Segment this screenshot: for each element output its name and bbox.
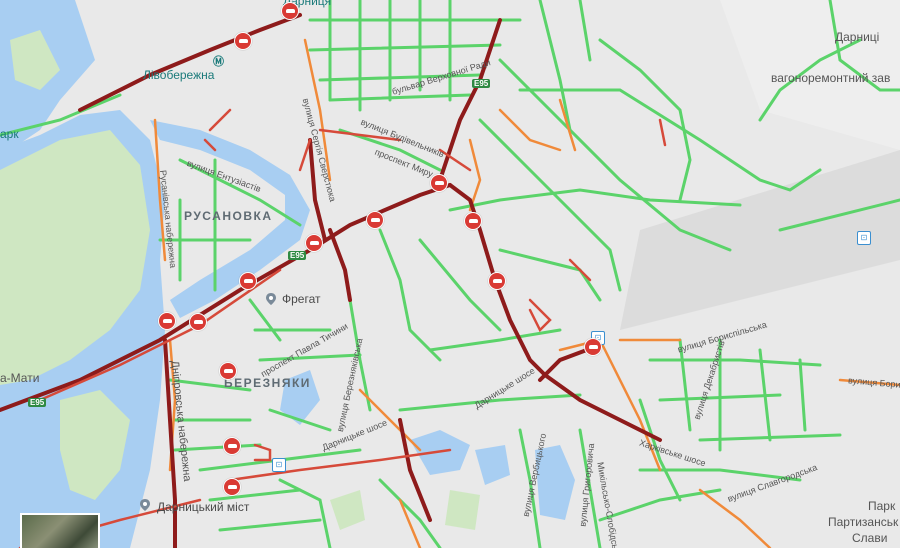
traffic-incident-icon[interactable]	[305, 234, 323, 252]
place-label-park-2: Партизанськ	[828, 515, 899, 529]
traffic-incident-icon[interactable]	[488, 272, 506, 290]
satellite-layer-toggle[interactable]	[20, 513, 100, 548]
poi-label-darnytskyi-bridge[interactable]: Дарницький міст	[157, 500, 249, 514]
place-label-darnytsia-plant-2: вагоноремонтний зав	[771, 71, 891, 85]
traffic-incident-icon[interactable]	[223, 478, 241, 496]
route-shield-e95: E95	[288, 251, 307, 260]
metro-label-livoberezhna[interactable]: Лівобережна	[143, 68, 214, 82]
district-label-bereznyaki: БЕРЕЗНЯКИ	[224, 376, 311, 390]
traffic-incident-icon[interactable]	[430, 174, 448, 192]
route-shield-e95: E95	[28, 398, 47, 407]
poi-label-fregat[interactable]: Фрегат	[282, 292, 321, 306]
traffic-incident-icon[interactable]	[223, 437, 241, 455]
traffic-incident-icon[interactable]	[366, 211, 384, 229]
location-pin-icon[interactable]	[138, 498, 152, 512]
train-station-icon[interactable]: ⊡	[857, 231, 871, 245]
district-label-rusanovka: РУСАНОВКА	[184, 209, 273, 223]
place-label-darnytsia-plant-1: Дарниці	[835, 30, 880, 44]
place-label-park-1: Парк	[868, 499, 896, 513]
traffic-incident-icon[interactable]	[239, 272, 257, 290]
metro-label-park[interactable]: арк	[0, 127, 19, 141]
traffic-incident-icon[interactable]	[189, 313, 207, 331]
metro-icon[interactable]: Ⓜ	[213, 53, 224, 69]
location-pin-icon[interactable]	[264, 292, 278, 306]
route-shield-e95: E95	[472, 79, 491, 88]
traffic-map[interactable]: РУСАНОВКА БЕРЕЗНЯКИ Лівобережна Ⓜ Дарниц…	[0, 0, 900, 548]
traffic-incident-icon[interactable]	[234, 32, 252, 50]
place-label-mati: а-Мати	[0, 371, 40, 385]
traffic-incident-icon[interactable]	[281, 2, 299, 20]
traffic-incident-icon[interactable]	[158, 312, 176, 330]
traffic-incident-icon[interactable]	[219, 362, 237, 380]
train-station-icon[interactable]: ⊡	[272, 458, 286, 472]
place-label-park-3: Слави	[852, 531, 888, 545]
traffic-incident-icon[interactable]	[464, 212, 482, 230]
map-canvas	[0, 0, 900, 548]
traffic-incident-icon[interactable]	[584, 338, 602, 356]
